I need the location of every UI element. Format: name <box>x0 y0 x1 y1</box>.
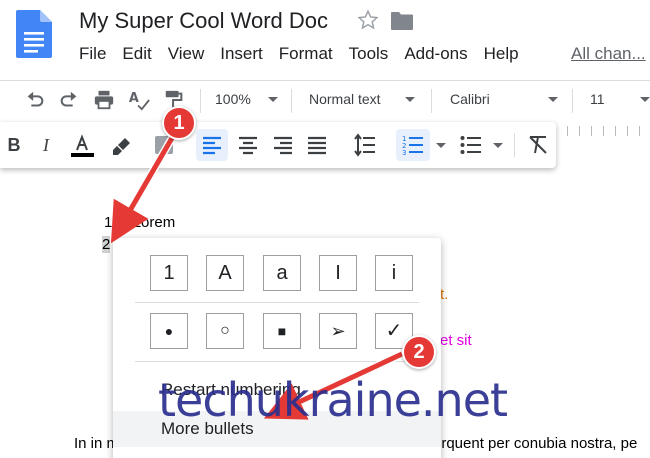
bulleted-list-icon[interactable] <box>459 133 483 157</box>
menu-view[interactable]: View <box>168 44 205 66</box>
bullet-option-filled-circle[interactable]: ● <box>150 313 188 349</box>
all-changes-link[interactable]: All chan... <box>571 44 646 64</box>
menu-add-ons[interactable]: Add-ons <box>404 44 467 66</box>
undo-icon[interactable] <box>24 89 46 111</box>
numbered-list-icon[interactable]: 1 2 3 <box>401 133 425 157</box>
list-text-1: Lorem <box>132 214 176 231</box>
font-family-select[interactable]: Calibri <box>450 91 490 107</box>
zoom-dropdown-icon[interactable] <box>268 97 278 102</box>
svg-text:3: 3 <box>402 149 406 157</box>
format-toolbar: B I 1 2 3 <box>0 122 556 168</box>
ruler[interactable] <box>555 126 650 136</box>
menu-insert[interactable]: Insert <box>220 44 263 66</box>
align-left-icon[interactable] <box>200 133 224 157</box>
spellcheck-icon[interactable]: A <box>128 89 150 111</box>
italic-icon[interactable]: I <box>34 133 58 157</box>
toolbar-divider <box>200 89 201 113</box>
google-docs-logo-icon[interactable] <box>16 10 52 58</box>
paragraph-text-right: orquent per conubia nostra, pe <box>433 435 638 452</box>
bullet-option-square[interactable]: ■ <box>263 313 301 349</box>
menu-file[interactable]: File <box>79 44 106 66</box>
star-icon[interactable] <box>357 9 379 31</box>
callout-2-badge: 2 <box>402 335 436 369</box>
line-spacing-icon[interactable] <box>353 133 377 157</box>
callout-1-badge: 1 <box>162 106 196 140</box>
list-number-1: 1. <box>104 214 117 231</box>
format-divider <box>514 133 515 157</box>
app-header: My Super Cool Word Doc File Edit View In… <box>0 0 650 78</box>
toolbar-divider <box>431 89 432 113</box>
numbering-option-lower-alpha[interactable]: a <box>263 255 301 291</box>
main-toolbar: A 100% Normal text Calibri 11 <box>0 80 650 118</box>
folder-icon[interactable] <box>390 11 414 31</box>
numbering-option-upper-alpha[interactable]: A <box>206 255 244 291</box>
font-size-select[interactable]: 11 <box>590 91 605 107</box>
print-icon[interactable] <box>93 89 115 111</box>
toolbar-divider <box>291 89 292 113</box>
menu-divider <box>135 361 419 362</box>
watermark-text: techukraine.net <box>158 373 508 427</box>
menu-tools[interactable]: Tools <box>349 44 389 66</box>
paragraph-style-select[interactable]: Normal text <box>309 91 381 107</box>
font-size-dropdown-icon[interactable] <box>640 97 650 102</box>
bullet-option-hollow-circle[interactable]: ○ <box>206 313 244 349</box>
highlight-color-icon[interactable] <box>108 133 132 157</box>
bulleted-list-dropdown-icon[interactable] <box>493 143 503 148</box>
menu-format[interactable]: Format <box>279 44 333 66</box>
text-color-icon[interactable] <box>70 133 94 157</box>
menu-divider <box>135 302 419 303</box>
style-dropdown-icon[interactable] <box>405 97 415 102</box>
numbering-option-digits[interactable]: 1 <box>150 255 188 291</box>
document-title[interactable]: My Super Cool Word Doc <box>79 8 328 34</box>
list-number-2: 2 <box>102 236 111 253</box>
menu-edit[interactable]: Edit <box>122 44 151 66</box>
orange-text-fragment: t. <box>440 286 449 303</box>
menu-bar: File Edit View Insert Format Tools Add-o… <box>79 44 535 66</box>
bold-icon[interactable]: B <box>2 133 26 157</box>
font-dropdown-icon[interactable] <box>548 97 558 102</box>
align-center-icon[interactable] <box>236 133 260 157</box>
list-item-2[interactable]: 2 <box>102 236 111 253</box>
toolbar-divider <box>572 89 573 113</box>
align-right-icon[interactable] <box>271 133 295 157</box>
svg-text:A: A <box>129 91 139 106</box>
numbering-option-upper-roman[interactable]: I <box>319 255 357 291</box>
zoom-select[interactable]: 100% <box>215 91 251 107</box>
bullet-option-arrow[interactable]: ➢ <box>319 313 357 349</box>
clear-formatting-icon[interactable] <box>526 133 550 157</box>
magenta-text-fragment: et sit <box>440 332 472 349</box>
redo-icon[interactable] <box>58 89 80 111</box>
align-justify-icon[interactable] <box>305 133 329 157</box>
numbering-option-lower-roman[interactable]: i <box>375 255 413 291</box>
numbered-list-dropdown-icon[interactable] <box>436 143 446 148</box>
menu-help[interactable]: Help <box>484 44 519 66</box>
list-item-1[interactable]: 1. Lorem <box>104 214 175 231</box>
